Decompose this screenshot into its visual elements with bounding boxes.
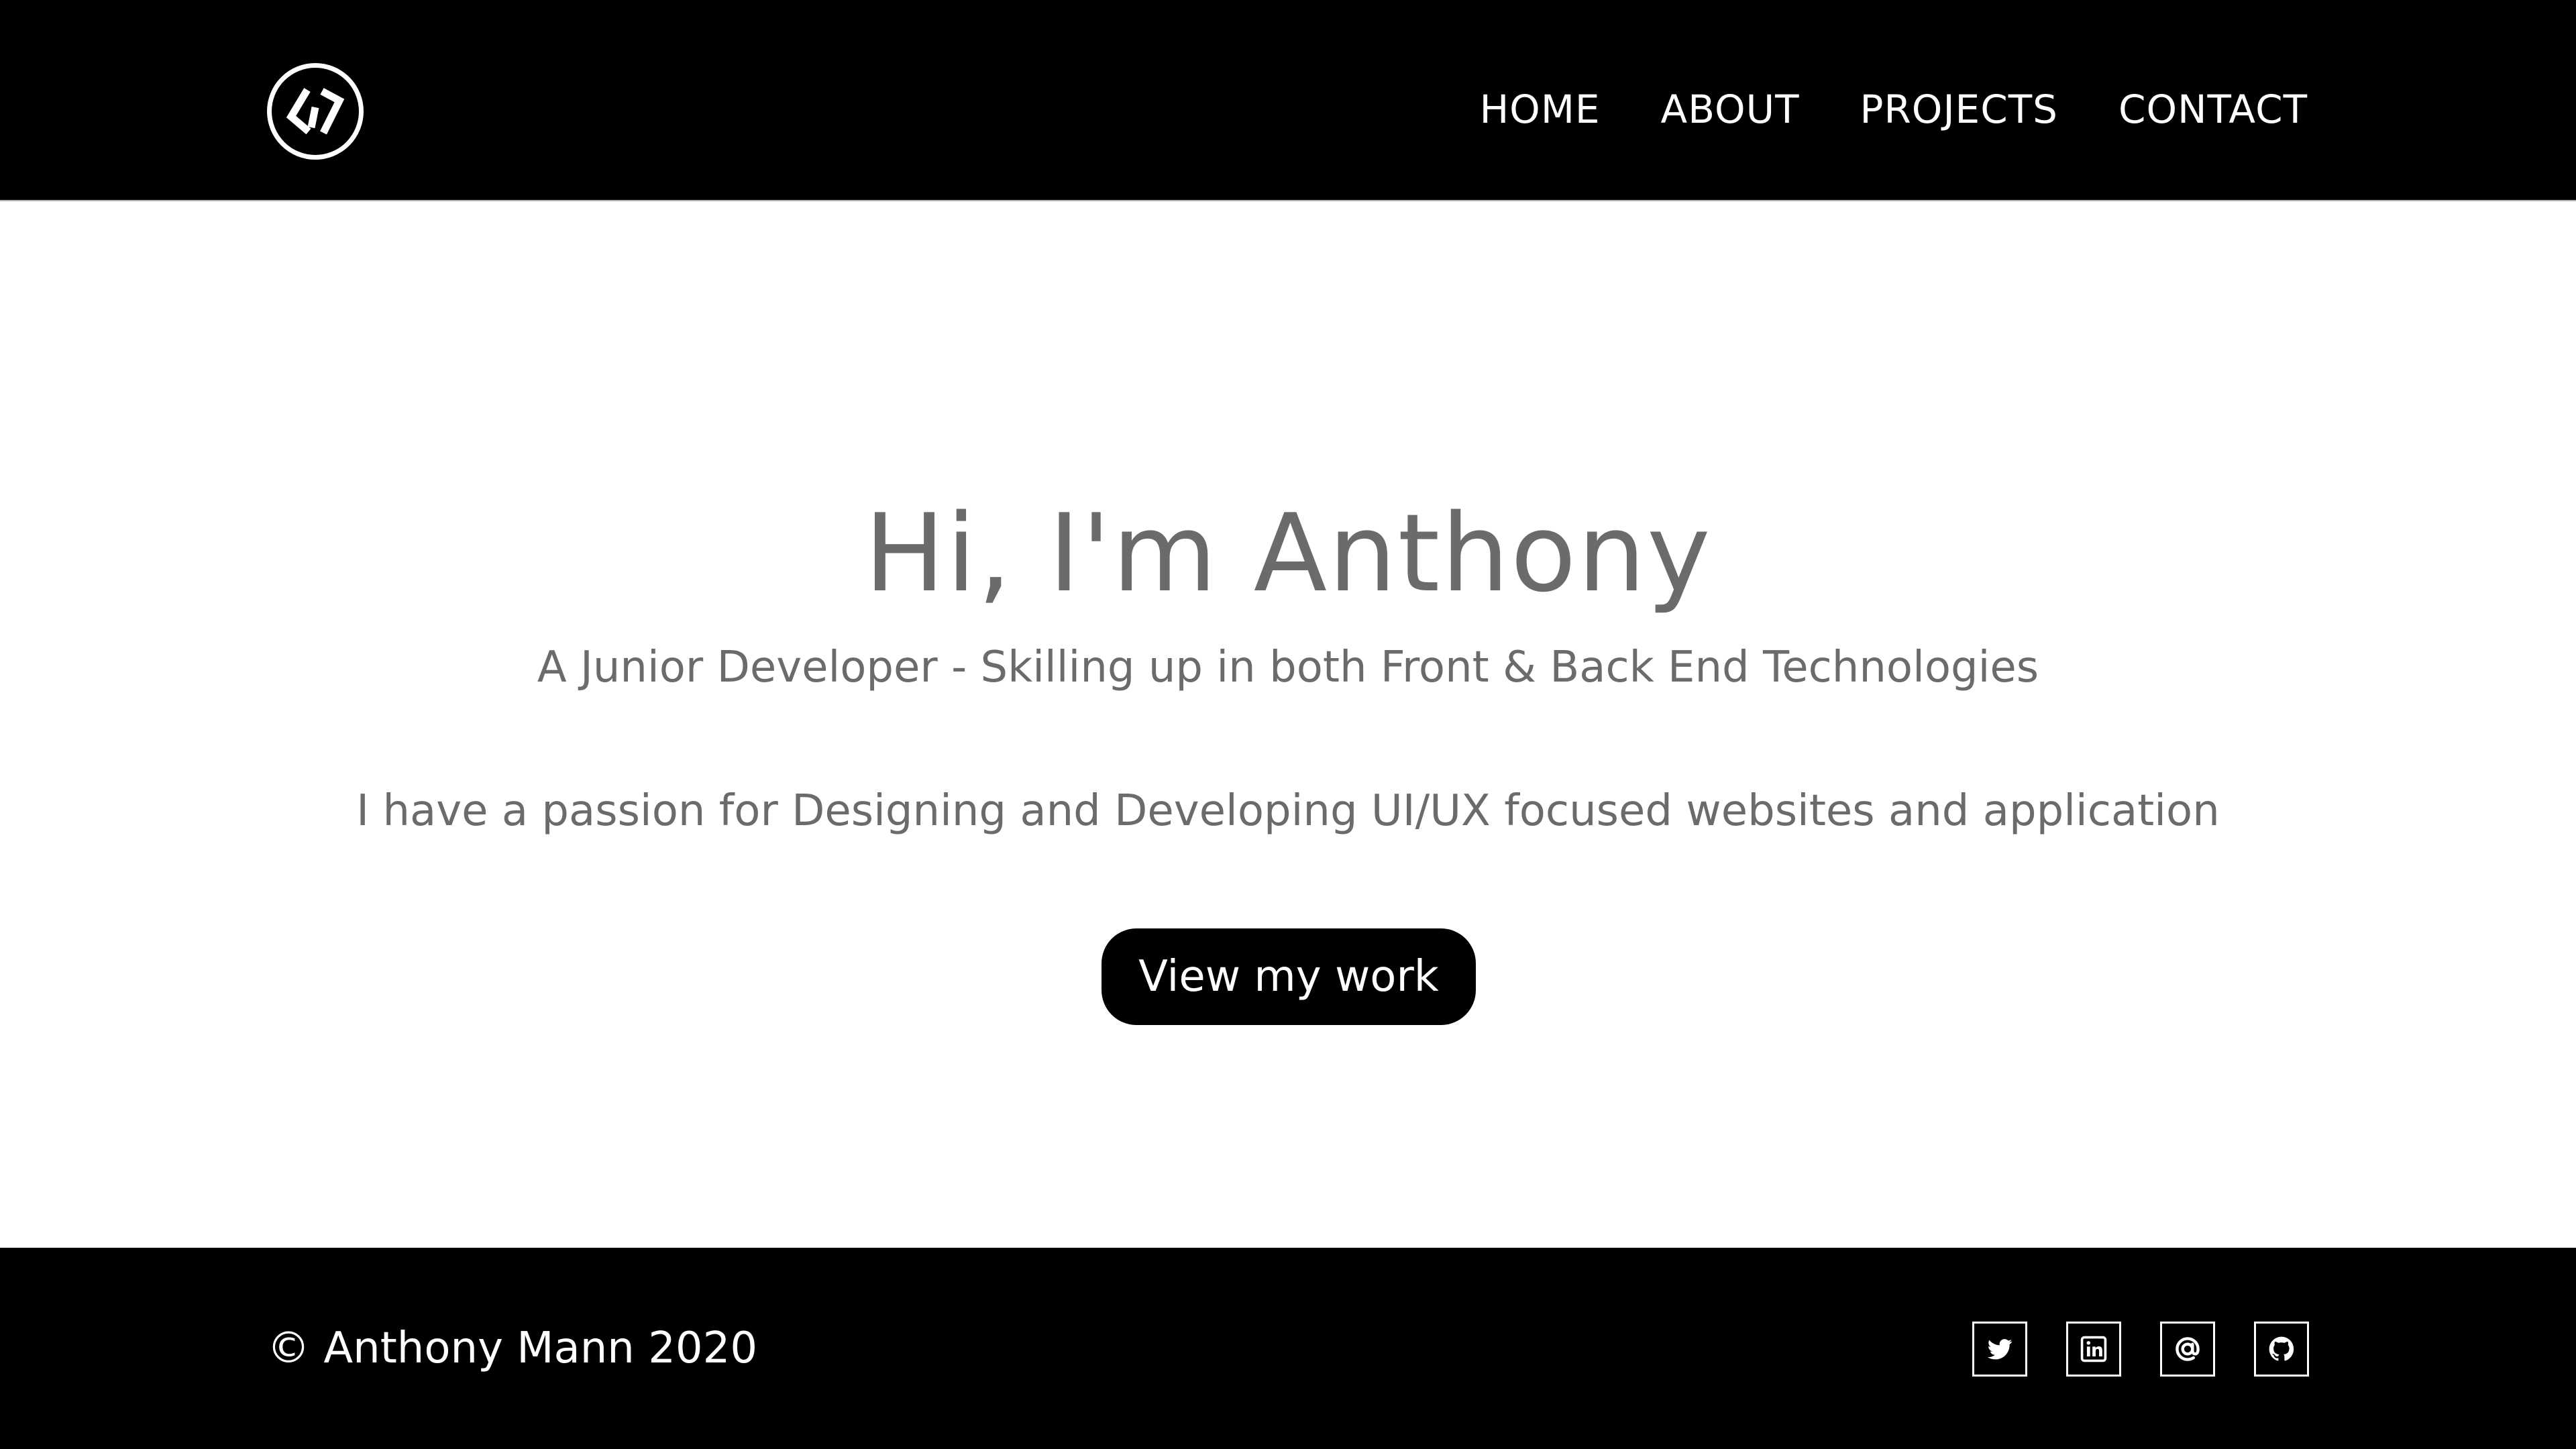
- hero-tagline: I have a passion for Designing and Devel…: [356, 786, 2220, 836]
- at-glyph: [2176, 1337, 2200, 1361]
- nav-contact[interactable]: CONTACT: [2118, 79, 2308, 140]
- linkedin-glyph: [2080, 1336, 2107, 1362]
- hero-title: Hi, I'm Anthony: [864, 490, 1712, 616]
- twitter-icon[interactable]: [1972, 1322, 2027, 1377]
- email-at-icon[interactable]: [2160, 1322, 2215, 1377]
- site-header: HOME ABOUT PROJECTS CONTACT: [0, 0, 2576, 201]
- copyright-text: © Anthony Mann 2020: [267, 1324, 758, 1373]
- linkedin-icon[interactable]: [2066, 1322, 2121, 1377]
- view-my-work-button[interactable]: View my work: [1102, 928, 1476, 1025]
- github-glyph: [2269, 1336, 2294, 1361]
- social-links: [1972, 1322, 2309, 1377]
- code-brackets-logo-icon[interactable]: [267, 63, 364, 160]
- github-icon[interactable]: [2254, 1322, 2309, 1377]
- nav-home[interactable]: HOME: [1480, 79, 1601, 140]
- nav-about[interactable]: ABOUT: [1661, 79, 1800, 140]
- twitter-glyph: [1987, 1339, 2012, 1360]
- nav-projects[interactable]: PROJECTS: [1860, 79, 2058, 140]
- site-footer: © Anthony Mann 2020: [0, 1248, 2576, 1449]
- main-nav: HOME ABOUT PROJECTS CONTACT: [1480, 79, 2308, 140]
- hero-section: Hi, I'm Anthony A Junior Developer - Ski…: [0, 201, 2576, 1248]
- hero-subtitle: A Junior Developer - Skilling up in both…: [537, 643, 2039, 692]
- logo-glyph: [286, 88, 345, 135]
